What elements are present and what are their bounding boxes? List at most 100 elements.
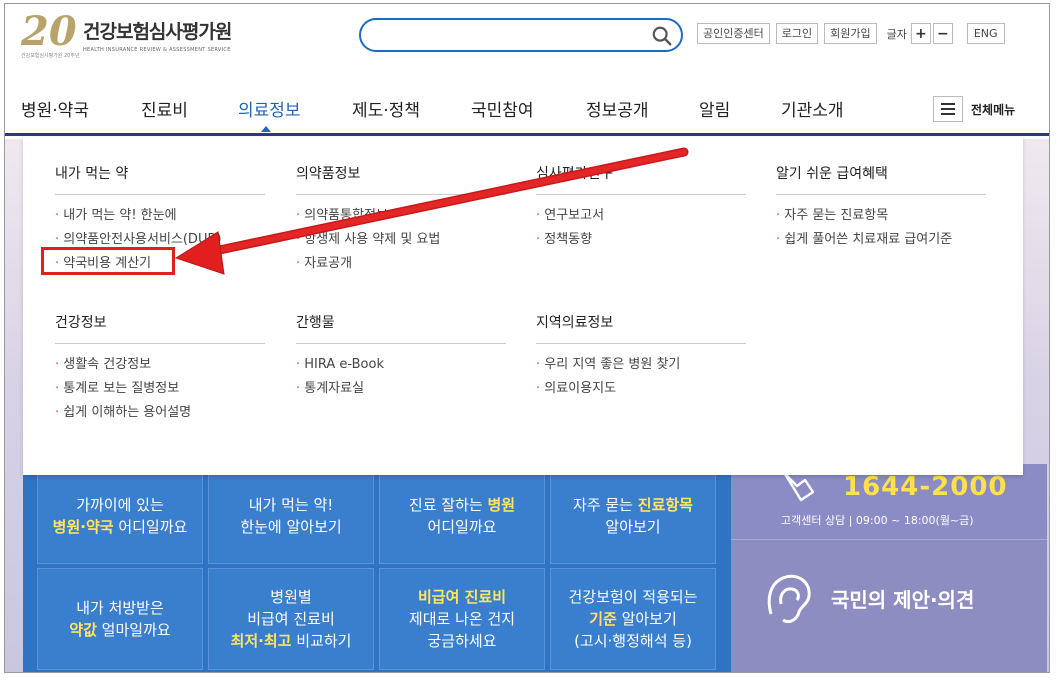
quick-link-highlight: 기준 bbox=[589, 610, 617, 628]
menu-item-research-reports[interactable]: 연구보고서 bbox=[536, 204, 746, 228]
highlight-box bbox=[41, 247, 175, 275]
menu-item-statistics-room[interactable]: 통계자료실 bbox=[296, 377, 506, 401]
quick-link-text: 가까이에 있는 bbox=[76, 496, 164, 514]
quick-link-text: 궁금하세요 bbox=[427, 632, 497, 650]
font-increase-button[interactable]: + bbox=[910, 23, 931, 44]
browser-frame: 20 건강보험심사평가원 20주년 건강보험심사평가원 HEALTH INSUR… bbox=[4, 3, 1050, 673]
quick-link-text: 제대로 나온 건지 bbox=[408, 610, 516, 628]
logo-number: 20 bbox=[21, 8, 77, 55]
quick-link-text: 내가 처방받은 bbox=[76, 599, 164, 617]
quick-link-good-hospital[interactable]: 진료 잘하는 병원 어디일까요 bbox=[379, 468, 545, 564]
search-icon[interactable] bbox=[651, 25, 673, 47]
site-logo[interactable]: 20 건강보험심사평가원 20주년 건강보험심사평가원 HEALTH INSUR… bbox=[21, 8, 232, 60]
menu-item-daily-health[interactable]: 생활속 건강정보 bbox=[55, 353, 265, 377]
logo-emblem-caption: 건강보험심사평가원 20주년 bbox=[21, 53, 80, 59]
hamburger-icon bbox=[933, 96, 963, 122]
menu-item-material-criteria[interactable]: 쉽게 풀어쓴 치료재료 급여기준 bbox=[776, 228, 986, 252]
quick-link-noncovered-compare[interactable]: 병원별 비급여 진료비 최저·최고 비교하기 bbox=[208, 568, 374, 670]
join-button[interactable]: 회원가입 bbox=[824, 23, 877, 44]
menu-column-publications: 간행물 HIRA e-Book 통계자료실 bbox=[296, 312, 506, 401]
menu-item-medical-usage-map[interactable]: 의료이용지도 bbox=[536, 377, 746, 401]
customer-center-panel: 1644-2000 고객센터 상담 | 09:00 ~ 18:00(월~금) 국… bbox=[731, 464, 1047, 672]
quick-link-highlight: 병원 bbox=[487, 496, 516, 514]
menu-column-title[interactable]: 알기 쉬운 급여혜택 bbox=[776, 163, 986, 195]
menu-column-health-info: 건강정보 생활속 건강정보 통계로 보는 질병정보 쉽게 이해하는 용어설명 bbox=[55, 312, 265, 425]
menu-column-title[interactable]: 심사평가연구 bbox=[536, 163, 746, 195]
quick-link-text: (고시·행정해석 등) bbox=[574, 632, 692, 650]
menu-column-benefits: 알기 쉬운 급여혜택 자주 묻는 진료항목 쉽게 풀어쓴 치료재료 급여기준 bbox=[776, 163, 986, 252]
quick-link-text: 알아보기 bbox=[605, 518, 661, 536]
quick-link-highlight: 최저·최고 bbox=[230, 632, 292, 650]
menu-column-title[interactable]: 내가 먹는 약 bbox=[55, 163, 265, 195]
all-menu-button[interactable]: 전체메뉴 bbox=[933, 96, 1015, 122]
quick-link-text: 얼마일까요 bbox=[96, 621, 171, 639]
citizen-opinion-link[interactable]: 국민의 제안·의견 bbox=[731, 542, 1047, 672]
menu-item-antibiotic-therapy[interactable]: 항생제 사용 약제 및 요법 bbox=[296, 228, 506, 252]
menu-column-regional-info: 지역의료정보 우리 지역 좋은 병원 찾기 의료이용지도 bbox=[536, 312, 746, 401]
menu-column-title[interactable]: 지역의료정보 bbox=[536, 312, 746, 344]
menu-column-title[interactable]: 건강정보 bbox=[55, 312, 265, 344]
menu-column-title[interactable]: 간행물 bbox=[296, 312, 506, 344]
medical-info-dropdown: 내가 먹는 약 내가 먹는 약! 한눈에 의약품안전사용서비스(DUR) 약국비… bbox=[23, 137, 1023, 475]
utility-links: 공인인증센터 로그인 회원가입 글자 + − ENG bbox=[697, 23, 1005, 44]
nav-system-policy[interactable]: 제도·정책 bbox=[352, 96, 420, 121]
quick-link-faq-items[interactable]: 자주 묻는 진료항목 알아보기 bbox=[550, 468, 716, 564]
font-size-label: 글자 bbox=[886, 27, 907, 41]
menu-item-ebook[interactable]: HIRA e-Book bbox=[296, 353, 506, 377]
menu-item-data-release[interactable]: 자료공개 bbox=[296, 252, 506, 276]
quick-links-grid: 가까이에 있는 병원·약국 어디일까요 내가 먹는 약! 한눈에 알아보기 진료… bbox=[23, 464, 731, 672]
logo-subtitle: HEALTH INSURANCE REVIEW & ASSESSMENT SER… bbox=[83, 47, 231, 53]
ear-icon bbox=[767, 574, 811, 624]
quick-link-drug-price[interactable]: 내가 처방받은 약값 얼마일까요 bbox=[37, 568, 203, 670]
cert-center-button[interactable]: 공인인증센터 bbox=[697, 23, 770, 44]
citizen-opinion-label: 국민의 제안·의견 bbox=[831, 588, 975, 612]
menu-item-policy-trends[interactable]: 정책동향 bbox=[536, 228, 746, 252]
menu-item-drug-integrated-info[interactable]: 의약품통합정보 bbox=[296, 204, 506, 228]
quick-link-text: 병원별 bbox=[270, 588, 312, 606]
quick-link-noncovered-check[interactable]: 비급여 진료비 제대로 나온 건지 궁금하세요 bbox=[379, 568, 545, 670]
quick-link-highlight: 진료항목 bbox=[637, 496, 693, 514]
logo-title: 건강보험심사평가원 bbox=[83, 21, 232, 43]
nav-medical-info[interactable]: 의료정보 bbox=[238, 96, 301, 121]
quick-link-text: 내가 먹는 약! bbox=[248, 496, 334, 514]
menu-column-title[interactable]: 의약품정보 bbox=[296, 163, 506, 195]
main-navigation: 병원·약국 진료비 의료정보 제도·정책 국민참여 정보공개 알림 기관소개 전… bbox=[5, 74, 1049, 136]
nav-notice[interactable]: 알림 bbox=[699, 96, 730, 121]
active-nav-indicator bbox=[261, 126, 271, 132]
quick-link-text: 진료 잘하는 bbox=[408, 496, 488, 514]
nav-hospital-pharmacy[interactable]: 병원·약국 bbox=[21, 96, 89, 121]
menu-item-glossary[interactable]: 쉽게 이해하는 용어설명 bbox=[55, 401, 265, 425]
nav-disclosure[interactable]: 정보공개 bbox=[586, 96, 649, 121]
menu-item-faq-treatments[interactable]: 자주 묻는 진료항목 bbox=[776, 204, 986, 228]
quick-link-text: 비급여 진료비 bbox=[247, 610, 335, 628]
menu-item-find-good-hospital[interactable]: 우리 지역 좋은 병원 찾기 bbox=[536, 353, 746, 377]
menu-column-drug-info: 의약품정보 의약품통합정보 항생제 사용 약제 및 요법 자료공개 bbox=[296, 163, 506, 276]
call-center-box[interactable]: 1644-2000 고객센터 상담 | 09:00 ~ 18:00(월~금) bbox=[731, 464, 1047, 540]
anniversary-emblem: 20 건강보험심사평가원 20주년 bbox=[21, 8, 80, 60]
quick-link-text: 한눈에 알아보기 bbox=[240, 518, 342, 536]
all-menu-label: 전체메뉴 bbox=[971, 102, 1016, 117]
quick-link-text: 비교하기 bbox=[291, 632, 352, 650]
quick-link-text: 어디일까요 bbox=[113, 518, 188, 536]
search-input[interactable] bbox=[359, 18, 683, 52]
site-header: 20 건강보험심사평가원 20주년 건강보험심사평가원 HEALTH INSUR… bbox=[5, 4, 1049, 74]
menu-column-research: 심사평가연구 연구보고서 정책동향 bbox=[536, 163, 746, 252]
quick-link-nearby-hospital[interactable]: 가까이에 있는 병원·약국 어디일까요 bbox=[37, 468, 203, 564]
call-center-hours: 고객센터 상담 | 09:00 ~ 18:00(월~금) bbox=[781, 514, 974, 527]
font-decrease-button[interactable]: − bbox=[932, 23, 953, 44]
quick-link-text: 어디일까요 bbox=[427, 518, 497, 536]
english-site-button[interactable]: ENG bbox=[966, 23, 1005, 44]
nav-about[interactable]: 기관소개 bbox=[781, 96, 844, 121]
quick-link-highlight: 약값 bbox=[69, 621, 97, 639]
menu-item-disease-stats[interactable]: 통계로 보는 질병정보 bbox=[55, 377, 265, 401]
menu-item-my-drugs-glance[interactable]: 내가 먹는 약! 한눈에 bbox=[55, 204, 265, 228]
quick-link-highlight: 병원·약국 bbox=[52, 518, 114, 536]
login-button[interactable]: 로그인 bbox=[775, 23, 819, 44]
nav-participation[interactable]: 국민참여 bbox=[471, 96, 534, 121]
quick-link-coverage-criteria[interactable]: 건강보험이 적용되는 기준 알아보기 (고시·행정해석 등) bbox=[550, 568, 716, 670]
quick-link-text: 알아보기 bbox=[616, 610, 677, 628]
quick-link-text: 자주 묻는 bbox=[573, 496, 638, 514]
nav-medical-fees[interactable]: 진료비 bbox=[141, 96, 188, 121]
call-center-number: 1644-2000 bbox=[843, 472, 1008, 502]
quick-link-my-drugs[interactable]: 내가 먹는 약! 한눈에 알아보기 bbox=[208, 468, 374, 564]
